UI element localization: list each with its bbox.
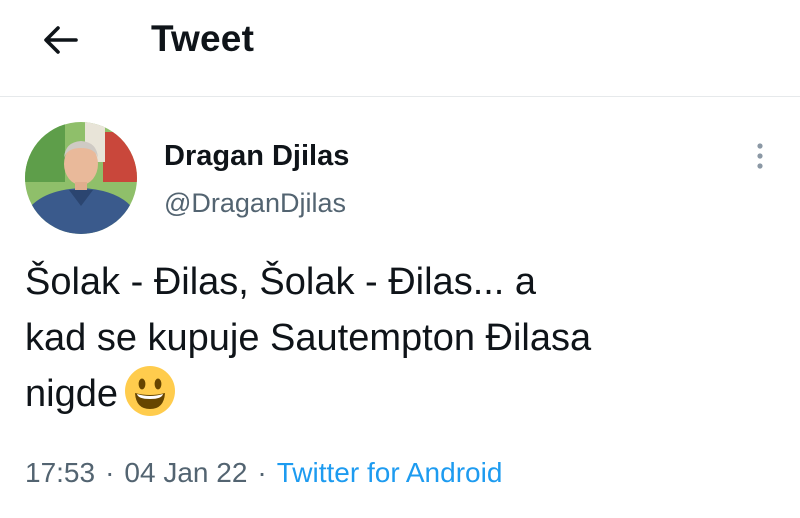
top-bar: Tweet (0, 0, 800, 97)
tweet-text-line: nigde (25, 365, 785, 422)
separator: · (257, 457, 267, 488)
author-handle[interactable]: @DraganDjilas (164, 187, 346, 219)
tweet-text-line: Šolak - Đilas, Šolak - Đilas... a (25, 261, 537, 303)
tweet-date: 04 Jan 22 (124, 457, 248, 488)
separator: · (105, 457, 115, 488)
tweet-metadata: 17:53 · 04 Jan 22 · Twitter for Android (25, 456, 502, 490)
tweet-time: 17:53 (25, 457, 96, 488)
page-title: Tweet (151, 18, 255, 59)
vertical-ellipsis-icon (757, 143, 763, 169)
author-display-name[interactable]: Dragan Djilas (164, 139, 349, 173)
avatar[interactable] (25, 122, 137, 234)
arrow-left-icon (44, 26, 78, 54)
grinning-face-emoji (124, 365, 175, 416)
back-button[interactable] (34, 18, 86, 62)
tweet-source-link[interactable]: Twitter for Android (277, 457, 503, 488)
profile-photo (25, 122, 137, 234)
tweet-text: Šolak - Đilas, Šolak - Đilas... a kad se… (25, 254, 785, 422)
tweet-text-line: kad se kupuje Sautempton Đilasa (25, 317, 592, 359)
more-options-button[interactable] (748, 138, 772, 174)
